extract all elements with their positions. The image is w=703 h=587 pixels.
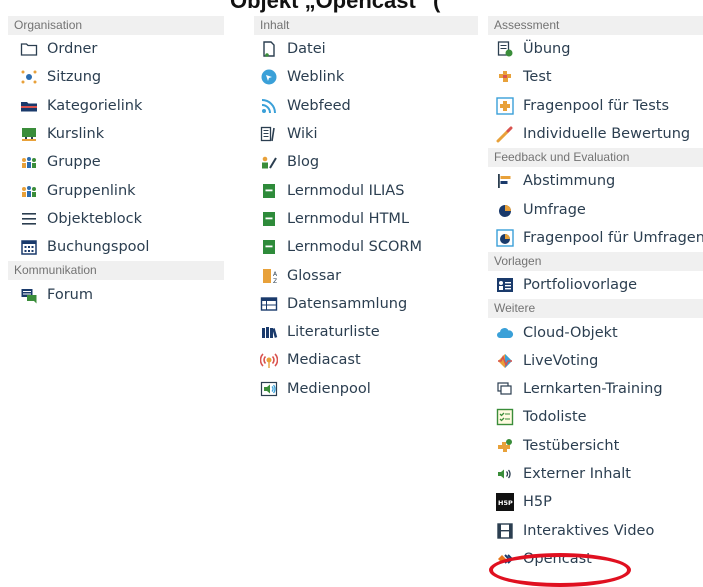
item-gruppe[interactable]: Gruppe <box>8 148 224 176</box>
h5p-icon: H5P <box>496 493 514 512</box>
external-content-icon <box>496 465 514 483</box>
wiki-icon <box>260 125 278 143</box>
rss-icon <box>260 97 278 115</box>
learning-module-html-icon <box>260 210 278 228</box>
item-individuelle-bewertung[interactable]: Individuelle Bewertung <box>488 120 703 148</box>
exercise-icon <box>496 40 514 58</box>
livevoting-icon <box>496 352 514 370</box>
todo-list-icon <box>496 408 514 426</box>
item-testuebersicht[interactable]: Testübersicht <box>488 432 703 460</box>
item-ordner[interactable]: Ordner <box>8 35 224 63</box>
survey-icon <box>496 201 514 219</box>
group-header-inhalt: Inhalt <box>254 16 478 35</box>
cloud-icon <box>496 324 514 342</box>
group-link-icon <box>20 182 38 200</box>
item-glossar[interactable]: AZ Glossar <box>254 261 478 289</box>
folder-icon <box>20 40 38 58</box>
item-datensammlung[interactable]: Datensammlung <box>254 290 478 318</box>
flashcards-icon <box>496 380 514 398</box>
session-icon <box>20 68 38 86</box>
data-collection-icon <box>260 295 278 313</box>
item-cloud-objekt[interactable]: Cloud-Objekt <box>488 318 703 346</box>
svg-text:Z: Z <box>273 278 277 285</box>
item-todoliste[interactable]: Todoliste <box>488 403 703 431</box>
item-kurslink[interactable]: Kurslink <box>8 120 224 148</box>
blog-icon <box>260 153 278 171</box>
item-objekteblock[interactable]: Objekteblock <box>8 205 224 233</box>
glossary-icon: AZ <box>260 267 278 285</box>
column-assessment: Assessment Übung Test Fragenpool für Tes… <box>488 16 703 573</box>
item-fragenpool-tests[interactable]: Fragenpool für Tests <box>488 92 703 120</box>
item-sitzung[interactable]: Sitzung <box>8 63 224 91</box>
item-gruppenlink[interactable]: Gruppenlink <box>8 176 224 204</box>
question-pool-survey-icon <box>496 229 514 247</box>
top-caption: Objekt „Opencast“ ( <box>230 0 441 13</box>
learning-module-icon <box>260 182 278 200</box>
item-test[interactable]: Test <box>488 63 703 91</box>
weblink-icon <box>260 68 278 86</box>
group-header-vorlagen: Vorlagen <box>488 252 703 272</box>
course-link-icon <box>20 125 38 143</box>
item-externer-inhalt[interactable]: Externer Inhalt <box>488 460 703 488</box>
item-livevoting[interactable]: LiveVoting <box>488 347 703 375</box>
file-icon <box>260 40 278 58</box>
media-pool-icon <box>260 380 278 398</box>
item-opencast[interactable]: Opencast <box>488 545 703 573</box>
individual-assessment-icon <box>496 125 514 143</box>
item-interaktives-video[interactable]: Interaktives Video <box>488 516 703 544</box>
item-lernmodul-ilias[interactable]: Lernmodul ILIAS <box>254 176 478 204</box>
item-kategorielink[interactable]: Kategorielink <box>8 92 224 120</box>
test-overview-icon <box>496 437 514 455</box>
item-webfeed[interactable]: Webfeed <box>254 92 478 120</box>
bibliography-icon <box>260 323 278 341</box>
poll-icon <box>496 172 514 190</box>
interactive-video-icon <box>496 522 514 540</box>
item-weblink[interactable]: Weblink <box>254 63 478 91</box>
portfolio-template-icon <box>496 276 514 294</box>
learning-module-scorm-icon <box>260 238 278 256</box>
item-lernkarten-training[interactable]: Lernkarten-Training <box>488 375 703 403</box>
opencast-icon <box>496 550 514 568</box>
item-blog[interactable]: Blog <box>254 148 478 176</box>
column-organisation: Organisation Ordner Sitzung Kategorielin… <box>8 16 224 309</box>
item-lernmodul-html[interactable]: Lernmodul HTML <box>254 205 478 233</box>
svg-text:H5P: H5P <box>498 499 513 507</box>
group-header-feedback: Feedback und Evaluation <box>488 148 703 168</box>
item-datei[interactable]: Datei <box>254 35 478 63</box>
question-pool-test-icon <box>496 97 514 115</box>
item-group-icon <box>20 210 38 228</box>
item-lernmodul-scorm[interactable]: Lernmodul SCORM <box>254 233 478 261</box>
calendar-icon <box>20 238 38 256</box>
mediacast-icon <box>260 351 278 369</box>
top-caption-strip: Objekt „Opencast“ ( <box>0 0 703 14</box>
item-buchungspool[interactable]: Buchungspool <box>8 233 224 261</box>
group-icon <box>20 153 38 171</box>
item-abstimmung[interactable]: Abstimmung <box>488 167 703 195</box>
test-icon <box>496 68 514 86</box>
item-mediacast[interactable]: Mediacast <box>254 346 478 374</box>
item-uebung[interactable]: Übung <box>488 35 703 63</box>
item-fragenpool-umfragen[interactable]: Fragenpool für Umfragen <box>488 224 703 252</box>
item-portfoliovorlage[interactable]: Portfoliovorlage <box>488 271 703 299</box>
item-forum[interactable]: Forum <box>8 280 224 308</box>
item-h5p[interactable]: H5P H5P <box>488 488 703 516</box>
group-header-kommunikation: Kommunikation <box>8 261 224 281</box>
group-header-organisation: Organisation <box>8 16 224 35</box>
item-wiki[interactable]: Wiki <box>254 120 478 148</box>
column-inhalt: Inhalt Datei Weblink Webfeed Wiki Blog L… <box>254 16 478 403</box>
item-umfrage[interactable]: Umfrage <box>488 195 703 223</box>
group-header-weitere: Weitere <box>488 299 703 319</box>
item-literaturliste[interactable]: Literaturliste <box>254 318 478 346</box>
forum-icon <box>20 286 38 304</box>
item-medienpool[interactable]: Medienpool <box>254 375 478 403</box>
svg-text:A: A <box>273 271 278 278</box>
category-link-icon <box>20 97 38 115</box>
group-header-assessment: Assessment <box>488 16 703 35</box>
